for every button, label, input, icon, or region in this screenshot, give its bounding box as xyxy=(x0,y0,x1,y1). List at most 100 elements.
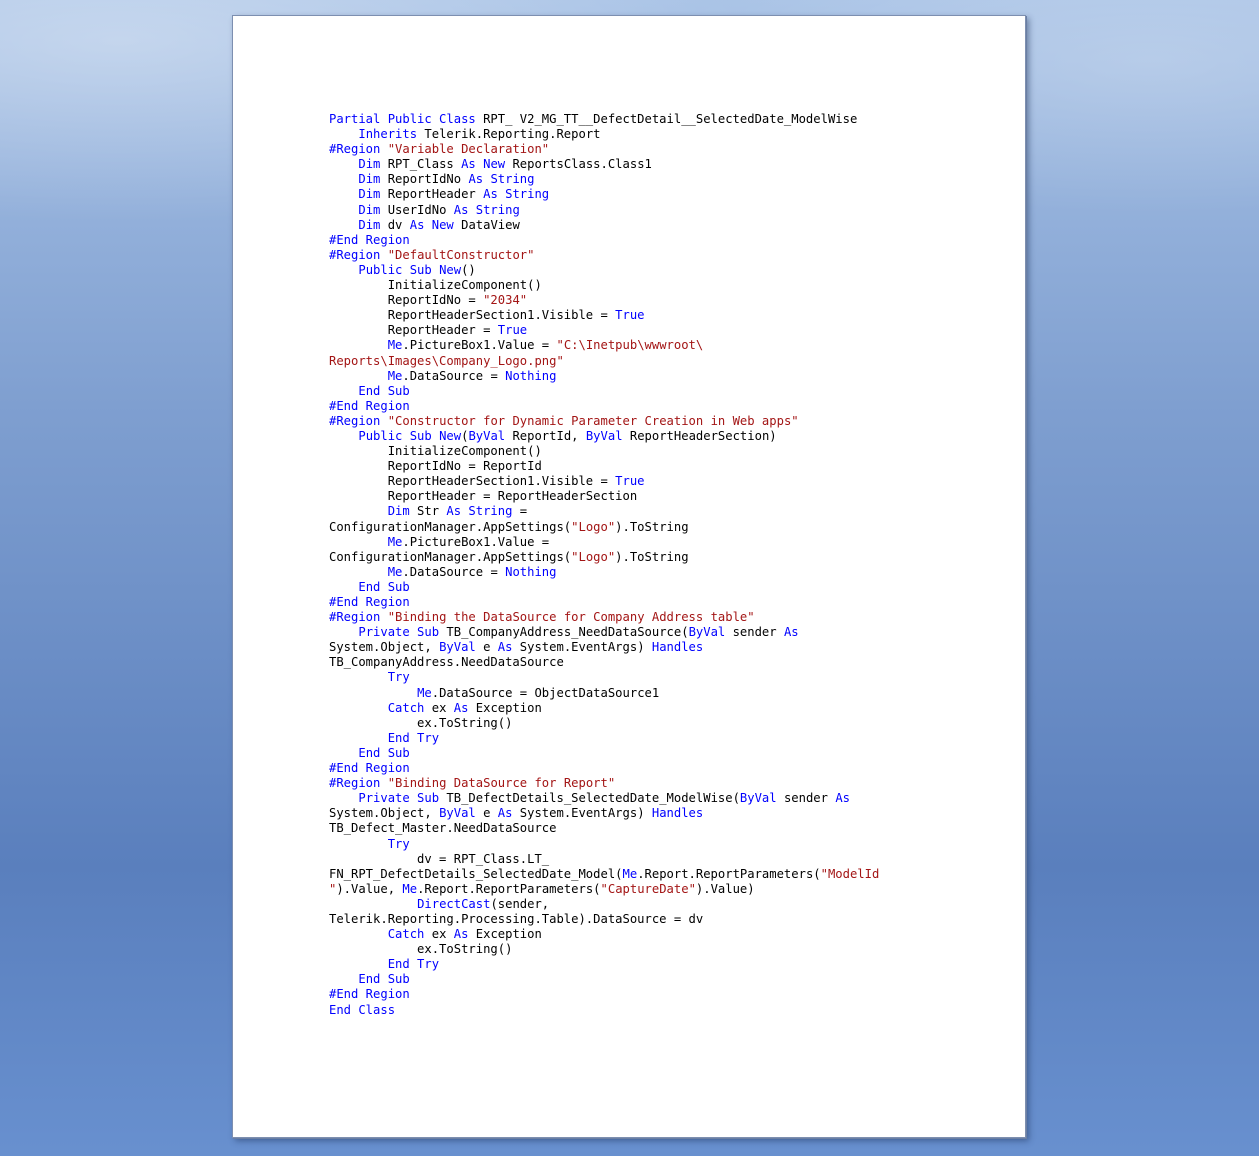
code-keyword: As xyxy=(453,927,469,942)
code-text: ReportIdNo xyxy=(380,172,469,187)
code-keyword: Handles xyxy=(651,806,704,821)
code-keyword: End Sub xyxy=(358,383,410,398)
code-keyword: True xyxy=(615,308,645,323)
code-line: Try xyxy=(329,837,879,852)
code-keyword: ByVal xyxy=(585,428,623,443)
code-text: .PictureBox1.Value = xyxy=(402,534,550,549)
code-keyword: Me xyxy=(402,881,418,896)
code-line: End Sub xyxy=(329,972,879,987)
code-keyword: #Region xyxy=(329,247,381,262)
code-text: .DataSource = ObjectDataSource1 xyxy=(431,685,660,700)
code-line: Dim ReportIdNo As String xyxy=(329,172,879,187)
code-keyword: True xyxy=(615,474,645,489)
code-line: ReportHeaderSection1.Visible = True xyxy=(329,308,879,323)
code-text: System.EventArgs) xyxy=(512,640,652,655)
code-keyword: Nothing xyxy=(505,564,557,579)
code-string: "C:\Inetpub\wwwroot\ xyxy=(556,338,704,353)
code-text: .Report.ReportParameters( xyxy=(417,881,601,896)
code-line: Partial Public Class RPT_ V2_MG_TT__Defe… xyxy=(329,112,879,127)
code-line: Dim UserIdNo As String xyxy=(329,203,879,218)
code-line: ex.ToString() xyxy=(329,716,879,731)
code-text: sender xyxy=(725,625,784,640)
code-line: #End Region xyxy=(329,761,879,776)
code-line: dv = RPT_Class.LT_ xyxy=(329,852,879,867)
code-line: End Sub xyxy=(329,580,879,595)
code-keyword: As New xyxy=(461,157,506,172)
code-string: "Binding the DataSource for Company Addr… xyxy=(387,610,755,625)
code-line: End Try xyxy=(329,957,879,972)
code-keyword: Dim xyxy=(387,504,410,519)
code-keyword: Inherits xyxy=(358,127,418,142)
code-line: ConfigurationManager.AppSettings("Logo")… xyxy=(329,550,879,565)
code-string: "ModelId xyxy=(820,866,880,881)
code-keyword: As String xyxy=(453,202,520,217)
code-text: TB_CompanyAddress_NeedDataSource( xyxy=(439,625,689,640)
code-string: "Constructor for Dynamic Parameter Creat… xyxy=(387,413,799,428)
code-keyword: ByVal xyxy=(468,428,506,443)
code-text: ReportHeaderSection) xyxy=(622,428,777,443)
code-string: "CaptureDate" xyxy=(600,881,696,896)
code-line: Private Sub TB_CompanyAddress_NeedDataSo… xyxy=(329,625,879,640)
code-line: InitializeComponent() xyxy=(329,444,879,459)
code-keyword: As String xyxy=(468,172,535,187)
code-text: System.EventArgs) xyxy=(512,806,652,821)
code-line: DirectCast(sender, xyxy=(329,897,879,912)
code-line: #Region "Binding DataSource for Report" xyxy=(329,776,879,791)
code-text: ConfigurationManager.AppSettings( xyxy=(329,549,572,564)
code-text: ex.ToString() xyxy=(329,942,513,957)
code-text: Exception xyxy=(468,927,542,942)
code-text: FN_RPT_DefectDetails_SelectedDate_Model( xyxy=(329,866,623,881)
code-string: "Binding DataSource for Report" xyxy=(387,776,616,791)
code-keyword: #End Region xyxy=(329,232,410,247)
code-line: ReportIdNo = "2034" xyxy=(329,293,879,308)
code-text: ).Value) xyxy=(695,881,755,896)
code-text: InitializeComponent() xyxy=(329,444,542,459)
code-line: Inherits Telerik.Reporting.Report xyxy=(329,127,879,142)
code-text: () xyxy=(461,262,476,277)
code-text: ReportHeaderSection1.Visible = xyxy=(329,308,616,323)
code-line: ").Value, Me.Report.ReportParameters("Ca… xyxy=(329,882,879,897)
code-line: InitializeComponent() xyxy=(329,278,879,293)
code-text: ).Value, xyxy=(336,881,403,896)
code-line: System.Object, ByVal e As System.EventAr… xyxy=(329,640,879,655)
code-text: ex.ToString() xyxy=(329,715,513,730)
code-line: Dim RPT_Class As New ReportsClass.Class1 xyxy=(329,157,879,172)
code-keyword: #End Region xyxy=(329,398,410,413)
code-keyword: Dim xyxy=(358,202,381,217)
code-text: ).ToString xyxy=(615,519,689,534)
code-keyword: Nothing xyxy=(505,368,557,383)
code-text: ex xyxy=(424,927,454,942)
code-keyword: Me xyxy=(417,685,432,700)
code-keyword: Dim xyxy=(358,157,381,172)
code-string: Reports\Images\Company_Logo.png" xyxy=(329,353,564,368)
code-keyword: Dim xyxy=(358,187,381,202)
code-text: ConfigurationManager.AppSettings( xyxy=(329,519,572,534)
code-text: Telerik.Reporting.Processing.Table).Data… xyxy=(329,911,704,926)
code-text: TB_Defect_Master.NeedDataSource xyxy=(329,821,557,836)
code-line: #Region "Variable Declaration" xyxy=(329,142,879,157)
code-keyword: Catch xyxy=(387,927,425,942)
code-line: Private Sub TB_DefectDetails_SelectedDat… xyxy=(329,791,879,806)
code-text: RPT_ V2_MG_TT__DefectDetail__SelectedDat… xyxy=(475,112,858,126)
code-text: .DataSource = xyxy=(402,368,506,383)
code-keyword: Handles xyxy=(651,640,704,655)
code-keyword: As New xyxy=(409,217,454,232)
code-line: ReportHeader = True xyxy=(329,323,879,338)
code-keyword: ByVal xyxy=(739,791,777,806)
code-keyword: True xyxy=(497,323,528,338)
code-text: System.Object, xyxy=(329,640,440,655)
code-keyword: Dim xyxy=(358,217,381,232)
code-keyword: ByVal xyxy=(439,806,476,821)
code-keyword: Me xyxy=(387,338,403,353)
code-keyword: Me xyxy=(387,368,403,383)
code-line: End Sub xyxy=(329,384,879,399)
